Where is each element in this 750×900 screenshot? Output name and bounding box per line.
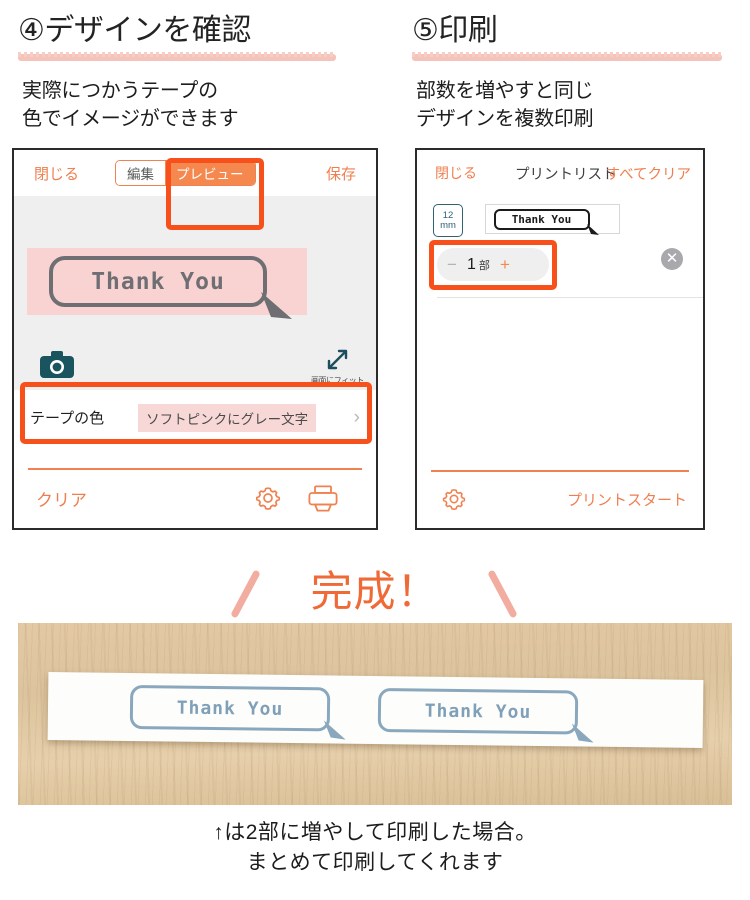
print-close-button[interactable]: 閉じる	[435, 163, 477, 183]
step-5-title: ⑤印刷	[412, 14, 498, 47]
copies-decrease-button[interactable]: −	[437, 255, 467, 275]
print-navbar: 閉じる プリントリスト すべてクリア	[417, 150, 703, 196]
printed-label-right-text: Thank You	[424, 700, 532, 723]
remove-item-button[interactable]: ✕	[661, 248, 683, 270]
preview-mode-segmented-control[interactable]: 編集 プレビュー	[115, 160, 256, 186]
tape-preview-text: Thank You	[91, 268, 225, 295]
step-5-heading: ⑤印刷	[412, 14, 722, 61]
tab-edit[interactable]: 編集	[116, 161, 165, 185]
tape-preview-bubble-tail	[261, 292, 292, 319]
preview-close-button[interactable]: 閉じる	[34, 163, 79, 184]
preview-canvas[interactable]: Thank You 画面にフィット	[14, 196, 376, 390]
preview-save-button[interactable]: 保存	[326, 163, 356, 184]
copies-unit: 部	[478, 259, 490, 272]
result-photo: Thank You Thank You	[18, 623, 732, 805]
preview-screen-inner: 閉じる 編集 プレビュー 保存 Thank You 画面にフィット テープの色 …	[14, 150, 376, 528]
print-item-bubble-tail	[586, 223, 599, 235]
print-item-label-thumb: Thank You	[485, 204, 620, 235]
step-4-heading: ④デザインを確認	[18, 14, 336, 61]
result-caption: ↑は2部に増やして印刷した場合。 まとめて印刷してくれます	[213, 821, 537, 875]
step-4-underline	[18, 52, 336, 61]
step-4-title: ④デザインを確認	[18, 14, 251, 47]
printed-label-left-tail	[323, 720, 346, 740]
fit-to-screen-control[interactable]: 画面にフィット	[311, 349, 364, 386]
printed-label-left-text: Thank You	[176, 697, 284, 720]
print-list-inner: 閉じる プリントリスト すべてクリア 12 mm Thank You − 1 部…	[417, 150, 703, 528]
camera-icon[interactable]	[40, 351, 74, 378]
print-toolbar-divider	[431, 470, 689, 472]
step-5-subtitle: 部数を増やすと同じ デザインを複数印刷	[416, 80, 594, 130]
preview-bottom-toolbar: クリア	[14, 468, 376, 528]
copies-increase-button[interactable]: +	[490, 255, 520, 275]
fit-to-screen-label: 画面にフィット	[310, 376, 364, 385]
printed-label-right: Thank You	[377, 688, 579, 735]
gear-icon[interactable]	[441, 486, 467, 512]
printed-label-left: Thank You	[129, 685, 331, 732]
tab-preview[interactable]: プレビュー	[165, 161, 255, 185]
clear-all-button[interactable]: すべてクリア	[606, 163, 691, 184]
print-bottom-toolbar: プリントスタート	[417, 470, 703, 528]
done-banner-text: 完成！	[310, 568, 440, 615]
copies-value: 1	[467, 255, 476, 273]
banner-slash-left	[230, 569, 262, 619]
print-item-label-text: Thank You	[511, 212, 572, 226]
print-list-panel: 閉じる プリントリスト すべてクリア 12 mm Thank You − 1 部…	[415, 148, 705, 530]
copies-stepper[interactable]: − 1 部 +	[437, 248, 549, 281]
expand-arrows-icon	[327, 349, 348, 370]
step-4-subtitle: 実際につかうテープの 色でイメージができます	[22, 80, 239, 130]
printed-tape: Thank You Thank You	[47, 672, 704, 748]
tape-preview-strip: Thank You	[27, 248, 307, 319]
step-5-underline	[412, 52, 722, 61]
print-list-title: プリントリスト	[515, 166, 617, 183]
tape-width-badge: 12 mm	[433, 204, 463, 237]
tape-color-row[interactable]: テープの色 ソフトピンクにグレー文字 ›	[14, 390, 376, 445]
done-banner: 完成！	[0, 558, 750, 630]
tape-color-label: テープの色	[30, 410, 105, 427]
tape-color-value[interactable]: ソフトピンクにグレー文字	[138, 403, 317, 432]
print-start-button[interactable]: プリントスタート	[567, 489, 687, 510]
gear-icon[interactable]	[254, 484, 282, 512]
tape-width-unit: mm	[440, 219, 456, 231]
printed-label-right-tail	[571, 723, 594, 743]
printer-icon[interactable]	[308, 484, 338, 512]
banner-slash-right	[486, 569, 518, 619]
tape-preview-bubble: Thank You	[49, 256, 267, 307]
preview-screen-panel: 閉じる 編集 プレビュー 保存 Thank You 画面にフィット テープの色 …	[12, 148, 378, 530]
clear-button[interactable]: クリア	[36, 486, 87, 511]
preview-navbar: 閉じる 編集 プレビュー 保存	[14, 150, 376, 196]
print-list-item[interactable]: 12 mm Thank You − 1 部 + ✕	[417, 196, 703, 306]
chevron-right-icon: ›	[353, 406, 360, 428]
list-item-divider	[437, 297, 703, 298]
toolbar-divider	[28, 468, 362, 470]
page-root: ④デザインを確認 実際につかうテープの 色でイメージができます ⑤印刷 部数を増…	[0, 0, 750, 900]
